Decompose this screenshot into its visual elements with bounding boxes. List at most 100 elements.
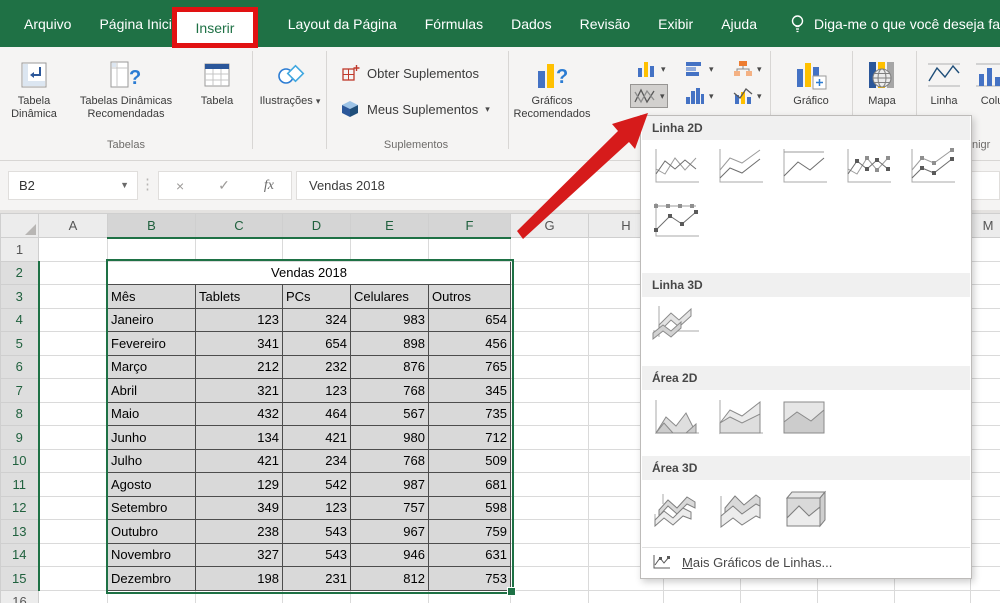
row-header-7[interactable]: 7 — [1, 379, 39, 403]
row-header-15[interactable]: 15 — [1, 567, 39, 591]
cell[interactable] — [429, 590, 511, 603]
table-value-cell[interactable]: 753 — [429, 567, 511, 591]
cell[interactable] — [39, 261, 108, 285]
row-header-9[interactable]: 9 — [1, 426, 39, 450]
table-value-cell[interactable]: 238 — [196, 520, 283, 544]
statistic-chart-button[interactable]: ▾ — [681, 84, 717, 108]
tab-layout-da-pagina[interactable]: Layout da Página — [274, 16, 411, 32]
get-addins-button[interactable]: Obter Suplementos — [340, 63, 479, 83]
table-value-cell[interactable]: 234 — [283, 449, 351, 473]
table-header-cell[interactable]: Celulares — [351, 285, 429, 309]
row-header-10[interactable]: 10 — [1, 449, 39, 473]
enter-button[interactable]: ✓ — [218, 177, 230, 194]
table-value-cell[interactable]: 464 — [283, 402, 351, 426]
table-value-cell[interactable]: 654 — [283, 332, 351, 356]
cell[interactable] — [971, 426, 1000, 450]
column-header-C[interactable]: C — [196, 214, 283, 238]
table-value-cell[interactable]: 232 — [283, 355, 351, 379]
table-value-cell[interactable]: 543 — [283, 520, 351, 544]
cell[interactable] — [196, 238, 283, 262]
table-value-cell[interactable]: 980 — [351, 426, 429, 450]
recommended-pivots-button[interactable]: ? Tabelas Dinâmicas Recomendadas — [64, 55, 188, 121]
recommended-charts-button[interactable]: ? Gráficos Recomendados — [512, 55, 592, 121]
table-header-cell[interactable]: Tablets — [196, 285, 283, 309]
table-value-cell[interactable]: 987 — [351, 473, 429, 497]
stacked-area-chart-item[interactable] — [713, 395, 767, 441]
line-chart-button[interactable]: ▾ — [630, 84, 668, 108]
cell[interactable] — [664, 590, 741, 603]
stacked100-line-chart-item[interactable] — [777, 144, 831, 190]
insert-function-button[interactable]: fx — [264, 178, 274, 194]
table-value-cell[interactable]: 768 — [351, 379, 429, 403]
cell[interactable] — [39, 379, 108, 403]
row-header-5[interactable]: 5 — [1, 332, 39, 356]
cell[interactable] — [39, 590, 108, 603]
cell[interactable] — [971, 402, 1000, 426]
table-month-cell[interactable]: Agosto — [108, 473, 196, 497]
table-value-cell[interactable]: 898 — [351, 332, 429, 356]
tab-inserir-active[interactable]: Inserir — [172, 7, 258, 48]
row-header-4[interactable]: 4 — [1, 308, 39, 332]
cell[interactable] — [108, 238, 196, 262]
cell[interactable] — [39, 402, 108, 426]
table-value-cell[interactable]: 432 — [196, 402, 283, 426]
table-value-cell[interactable]: 712 — [429, 426, 511, 450]
tell-me-box[interactable]: Diga-me o que você deseja fa — [789, 14, 1000, 34]
tab-dados[interactable]: Dados — [497, 16, 565, 32]
table-header-cell[interactable]: Mês — [108, 285, 196, 309]
cell[interactable] — [511, 355, 589, 379]
cell[interactable] — [971, 449, 1000, 473]
table-value-cell[interactable]: 681 — [429, 473, 511, 497]
cell[interactable] — [895, 590, 971, 603]
tab-exibir[interactable]: Exibir — [644, 16, 707, 32]
cell[interactable] — [351, 590, 429, 603]
column-header-F[interactable]: F — [429, 214, 511, 238]
table-value-cell[interactable]: 567 — [351, 402, 429, 426]
table-value-cell[interactable]: 946 — [351, 543, 429, 567]
table-value-cell[interactable]: 759 — [429, 520, 511, 544]
table-value-cell[interactable]: 231 — [283, 567, 351, 591]
cell[interactable] — [741, 590, 818, 603]
table-value-cell[interactable]: 212 — [196, 355, 283, 379]
cell[interactable] — [511, 238, 589, 262]
cell[interactable] — [971, 543, 1000, 567]
cell[interactable] — [589, 590, 664, 603]
table-value-cell[interactable]: 341 — [196, 332, 283, 356]
cell[interactable] — [39, 543, 108, 567]
table-value-cell[interactable]: 129 — [196, 473, 283, 497]
table-month-cell[interactable]: Maio — [108, 402, 196, 426]
table-value-cell[interactable]: 765 — [429, 355, 511, 379]
column-header-A[interactable]: A — [39, 214, 108, 238]
cell[interactable] — [283, 238, 351, 262]
table-value-cell[interactable]: 876 — [351, 355, 429, 379]
cell[interactable] — [283, 590, 351, 603]
cell[interactable] — [39, 449, 108, 473]
row-header-14[interactable]: 14 — [1, 543, 39, 567]
cell[interactable] — [511, 567, 589, 591]
stacked-line-chart-item[interactable] — [713, 144, 767, 190]
cell[interactable] — [511, 261, 589, 285]
hierarchy-chart-button[interactable]: ▾ — [729, 57, 765, 81]
table-month-cell[interactable]: Junho — [108, 426, 196, 450]
table-month-cell[interactable]: Novembro — [108, 543, 196, 567]
cell[interactable] — [511, 402, 589, 426]
table-value-cell[interactable]: 654 — [429, 308, 511, 332]
row-header-6[interactable]: 6 — [1, 355, 39, 379]
row-header-11[interactable]: 11 — [1, 473, 39, 497]
column-header-D[interactable]: D — [283, 214, 351, 238]
name-box-caret-icon[interactable]: ▼ — [120, 172, 129, 199]
cell[interactable] — [971, 238, 1000, 262]
my-addins-button[interactable]: Meus Suplementos ▾ — [340, 99, 490, 119]
select-all-corner[interactable] — [1, 214, 39, 238]
table-month-cell[interactable]: Outubro — [108, 520, 196, 544]
cell[interactable] — [39, 308, 108, 332]
row-header-13[interactable]: 13 — [1, 520, 39, 544]
table-month-cell[interactable]: Dezembro — [108, 567, 196, 591]
cell[interactable] — [39, 473, 108, 497]
cell[interactable] — [971, 567, 1000, 591]
cell[interactable] — [511, 473, 589, 497]
table-month-cell[interactable]: Julho — [108, 449, 196, 473]
pivot-table-button[interactable]: Tabela Dinâmica — [6, 55, 62, 121]
table-value-cell[interactable]: 123 — [196, 308, 283, 332]
row-header-8[interactable]: 8 — [1, 402, 39, 426]
